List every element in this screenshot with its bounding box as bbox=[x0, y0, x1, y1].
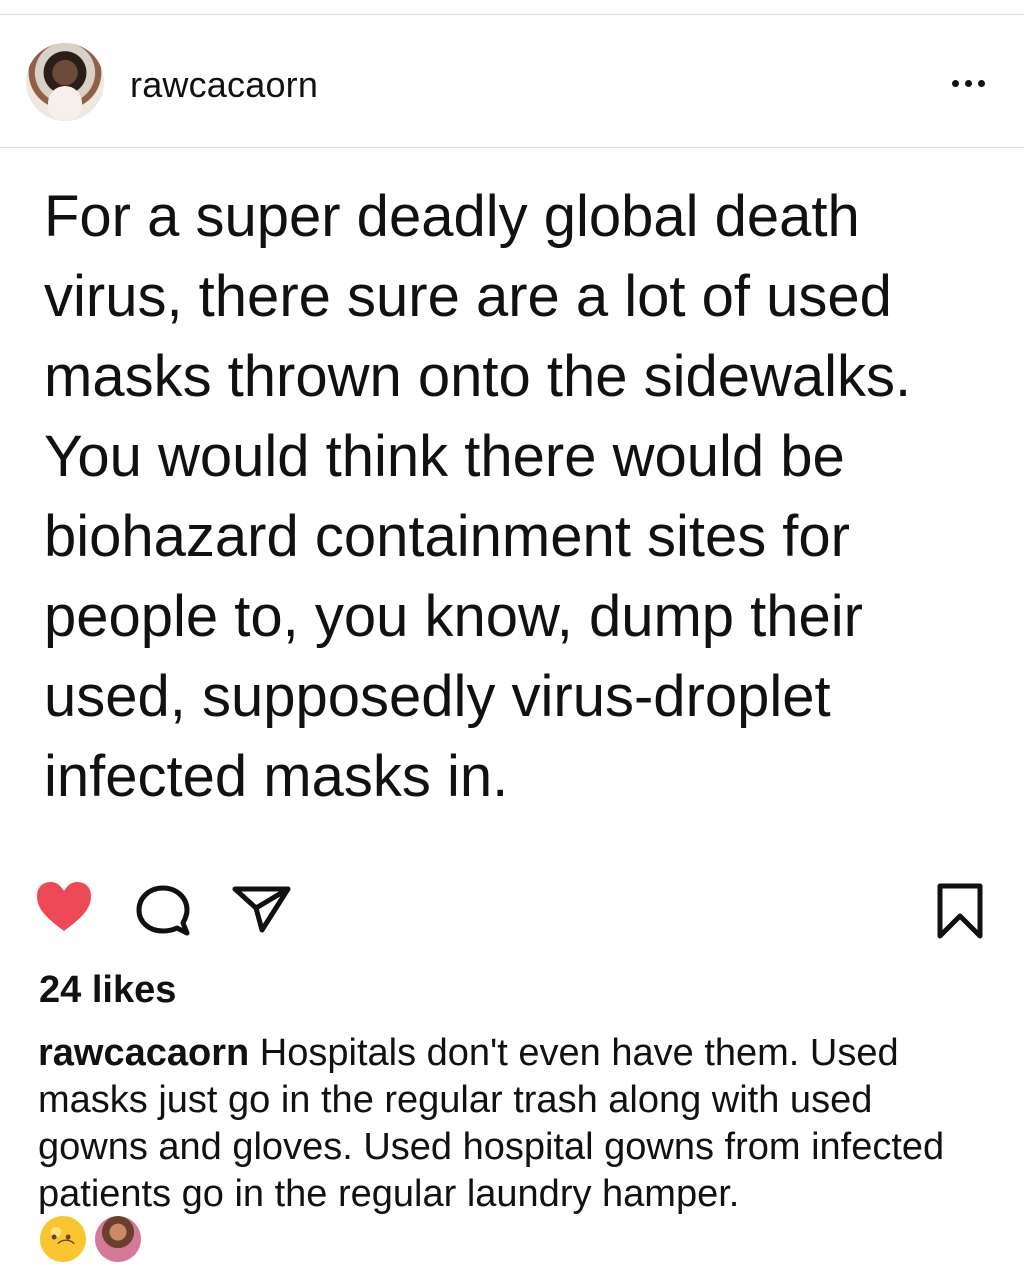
avatar[interactable] bbox=[26, 43, 104, 121]
bookmark-icon[interactable] bbox=[932, 882, 988, 940]
caption-emojis: • • ⌒ bbox=[40, 1216, 160, 1266]
more-options-icon[interactable] bbox=[945, 69, 993, 95]
post-text: For a super deadly global death virus, t… bbox=[44, 184, 912, 809]
likes-count[interactable]: 24 likes bbox=[39, 969, 176, 1012]
person-shrugging-emoji bbox=[95, 1216, 141, 1262]
post-header: rawcacaorn bbox=[0, 15, 1024, 147]
username[interactable]: rawcacaorn bbox=[130, 64, 318, 106]
caption: rawcacaorn Hospitals don't even have the… bbox=[38, 1030, 988, 1218]
heart-icon[interactable] bbox=[35, 881, 93, 933]
share-icon[interactable] bbox=[231, 885, 292, 933]
comment-icon[interactable] bbox=[134, 884, 192, 936]
caption-username[interactable]: rawcacaorn bbox=[38, 1032, 249, 1074]
post-actions bbox=[0, 874, 1024, 946]
header-divider bbox=[0, 147, 1024, 148]
thinking-face-emoji: • • ⌒ bbox=[40, 1216, 86, 1262]
